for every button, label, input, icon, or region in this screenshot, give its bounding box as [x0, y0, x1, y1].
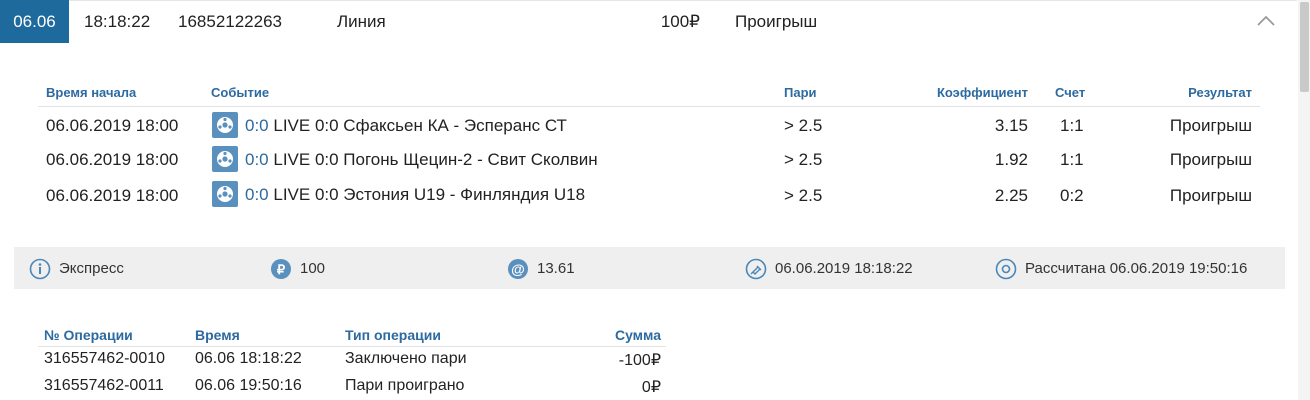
summary-placed-time: 06.06.2019 18:18:22 — [775, 260, 913, 277]
ops-header-divider — [38, 346, 666, 347]
event-start: 06.06.2019 18:00 — [46, 150, 179, 169]
operation-type: Заключено пари — [345, 350, 467, 367]
scrollbar-thumb[interactable] — [1300, 2, 1309, 92]
event-live-score: 0:0 — [245, 185, 269, 204]
event-coef: 1.92 — [994, 150, 1028, 169]
ops-col-type: Тип операции — [345, 327, 441, 343]
ops-col-sum: Сумма — [614, 327, 661, 343]
ops-col-time: Время — [195, 327, 240, 343]
event-name: LIVE 0:0 Погонь Щецин-2 - Свит Сколвин — [273, 150, 598, 169]
operation-id: 316557462-0010 — [44, 350, 166, 367]
col-coefficient: Коэффициент — [936, 85, 1028, 100]
bet-date-badge: 06.06 — [0, 0, 69, 43]
bet-amount: 100₽ — [660, 12, 700, 31]
summary-stake: 100 — [300, 260, 326, 277]
chevron-up-icon — [1257, 15, 1275, 26]
ruble-icon: ₽ — [270, 258, 292, 280]
pin-icon — [745, 258, 767, 280]
event-start: 06.06.2019 18:00 — [46, 186, 179, 205]
operation-sum: -100₽ — [618, 352, 661, 369]
collapse-button[interactable] — [1255, 10, 1277, 32]
event-bet: > 2.5 — [784, 150, 823, 169]
event-bet: > 2.5 — [784, 116, 823, 135]
bet-result: Проигрыш — [735, 12, 818, 31]
summary-settled: Рассчитана 06.06.2019 19:50:16 — [1025, 260, 1248, 277]
bet-type: Линия — [337, 12, 386, 31]
settled-icon — [995, 258, 1017, 280]
col-score: Счет — [1055, 85, 1086, 100]
event-coef: 2.25 — [994, 186, 1028, 205]
event-name: LIVE 0:0 Эстония U19 - Финляндия U18 — [273, 185, 586, 204]
events-header-divider — [38, 106, 1260, 107]
col-start-time: Время начала — [46, 85, 137, 100]
event-name: LIVE 0:0 Сфаксьен КА - Эсперанс СТ — [273, 116, 567, 135]
info-icon — [29, 258, 51, 280]
col-result: Результат — [1188, 85, 1252, 100]
col-event: Событие — [211, 85, 270, 100]
event-result: Проигрыш — [1169, 186, 1252, 205]
event-result: Проигрыш — [1169, 116, 1252, 135]
operation-time: 06.06 18:18:22 — [195, 350, 302, 367]
event-live-score: 0:0 — [245, 150, 269, 169]
event-coef: 3.15 — [994, 116, 1028, 135]
header-border — [69, 0, 1297, 1]
event-score: 1:1 — [1060, 150, 1084, 169]
event-result: Проигрыш — [1169, 150, 1252, 169]
at-icon: @ — [507, 258, 529, 280]
bet-time: 18:18:22 — [84, 12, 151, 31]
svg-text:₽: ₽ — [277, 262, 286, 277]
event-link[interactable]: 0:0 LIVE 0:0 Эстония U19 - Финляндия U18 — [245, 185, 585, 205]
operation-sum: 0₽ — [641, 379, 661, 396]
summary-bet-kind: Экспресс — [59, 260, 124, 277]
soccer-ball-icon — [212, 112, 238, 138]
soccer-ball-icon — [212, 146, 238, 172]
event-score: 1:1 — [1060, 116, 1084, 135]
event-start: 06.06.2019 18:00 — [46, 116, 179, 135]
bet-id: 16852122263 — [178, 12, 283, 31]
operation-id: 316557462-0011 — [44, 377, 164, 394]
event-score: 0:2 — [1060, 186, 1084, 205]
event-link[interactable]: 0:0 LIVE 0:0 Сфаксьен КА - Эсперанс СТ — [245, 116, 567, 136]
event-link[interactable]: 0:0 LIVE 0:0 Погонь Щецин-2 - Свит Сколв… — [245, 150, 598, 170]
summary-total-coefficient: 13.61 — [537, 260, 575, 277]
col-bet: Пари — [784, 85, 817, 100]
operation-time: 06.06 19:50:16 — [195, 377, 302, 394]
operation-type: Пари проиграно — [345, 377, 465, 394]
event-bet: > 2.5 — [784, 186, 823, 205]
event-live-score: 0:0 — [245, 116, 269, 135]
soccer-ball-icon — [212, 181, 238, 207]
ops-col-id: № Операции — [44, 327, 133, 343]
svg-text:@: @ — [511, 261, 525, 277]
